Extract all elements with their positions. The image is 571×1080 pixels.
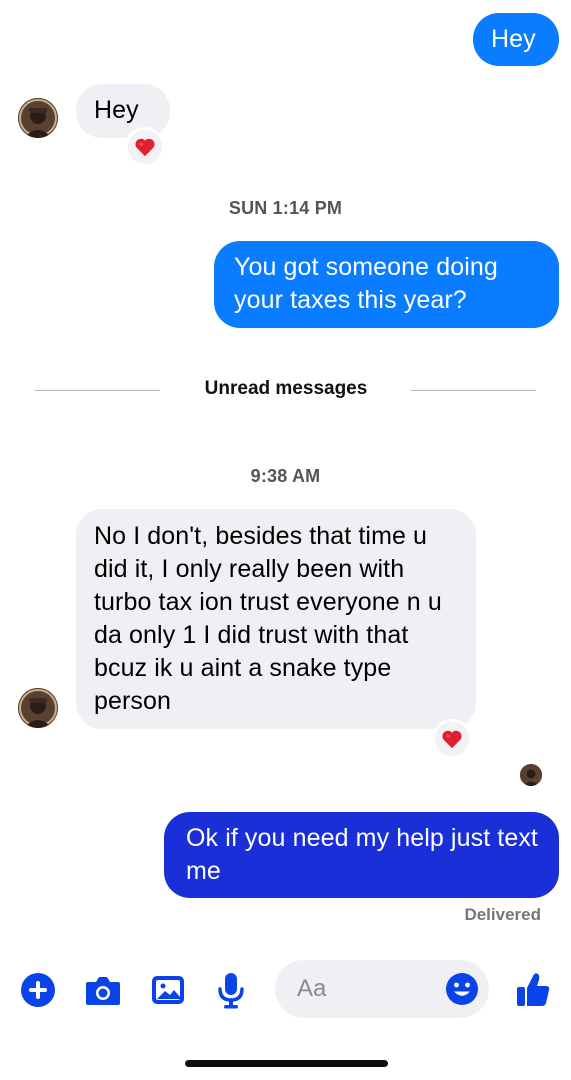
incoming-message-bubble[interactable]: No I don't, besides that time u did it, … <box>76 509 476 729</box>
message-text: Ok if you need my help just text me <box>186 824 538 885</box>
heart-reaction[interactable] <box>125 127 165 167</box>
camera-button[interactable] <box>84 972 122 1008</box>
read-receipt-avatar <box>520 764 542 786</box>
microphone-button[interactable] <box>215 970 247 1010</box>
home-indicator <box>185 1060 388 1067</box>
contact-avatar[interactable] <box>18 688 58 728</box>
message-composer[interactable] <box>275 960 489 1018</box>
like-button[interactable] <box>514 970 552 1010</box>
message-text: No I don't, besides that time u did it, … <box>94 522 442 715</box>
contact-avatar[interactable] <box>18 98 58 138</box>
message-text: Hey <box>491 25 536 53</box>
emoji-button[interactable] <box>445 972 479 1006</box>
timestamp: SUN 1:14 PM <box>228 198 343 218</box>
timestamp: 9:38 AM <box>250 466 321 486</box>
outgoing-message-bubble[interactable]: Hey <box>473 13 559 66</box>
heart-icon <box>135 138 155 157</box>
emoji-icon <box>446 973 478 1005</box>
divider-line <box>35 390 160 391</box>
heart-reaction[interactable] <box>432 719 472 759</box>
message-text: Hey <box>94 96 139 124</box>
message-text: You got someone doing your taxes this ye… <box>234 253 498 314</box>
thumbs-up-icon <box>517 973 550 1006</box>
outgoing-message-bubble[interactable]: You got someone doing your taxes this ye… <box>214 241 559 328</box>
message-input[interactable] <box>297 972 437 1006</box>
plus-icon <box>21 973 55 1007</box>
outgoing-message-bubble[interactable]: Ok if you need my help just text me <box>164 812 559 898</box>
microphone-icon <box>218 973 244 1009</box>
camera-icon <box>86 977 120 1005</box>
plus-button[interactable] <box>20 972 56 1008</box>
unread-messages-label: Unread messages <box>204 378 368 399</box>
gallery-button[interactable] <box>150 972 186 1008</box>
heart-icon <box>442 730 462 749</box>
divider-line <box>411 390 536 391</box>
delivery-status: Delivered <box>464 905 541 924</box>
image-icon <box>152 976 184 1004</box>
